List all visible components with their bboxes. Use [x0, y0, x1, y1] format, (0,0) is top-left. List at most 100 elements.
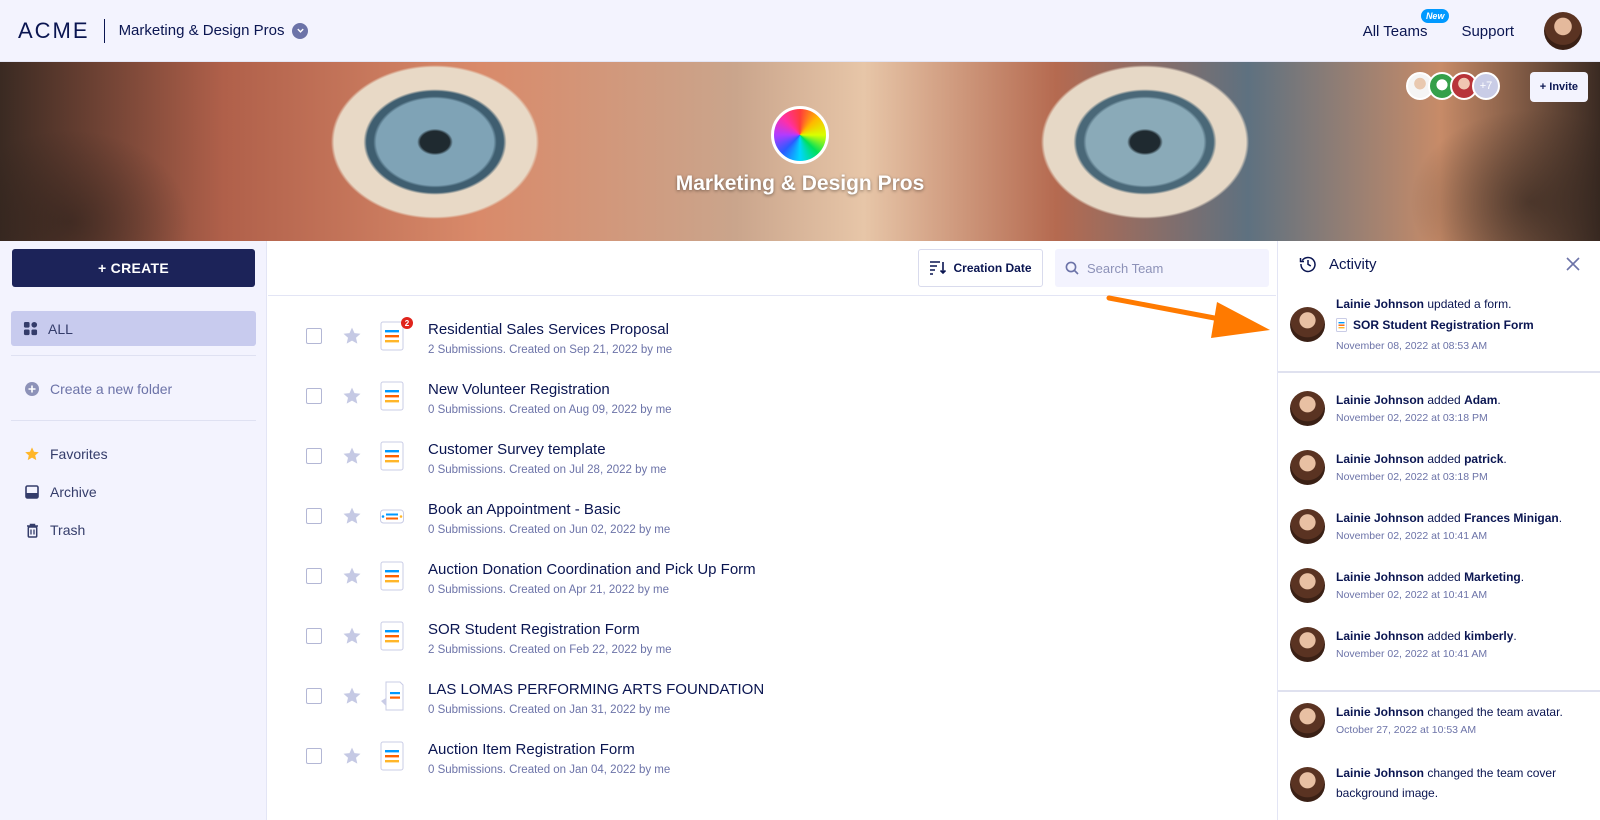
user-avatar [1290, 627, 1325, 662]
create-button[interactable]: + CREATE [12, 249, 255, 287]
top-bar: ACME Marketing & Design Pros All Teams N… [0, 0, 1600, 62]
form-checkbox[interactable] [306, 748, 322, 764]
more-members-count[interactable]: +7 [1472, 72, 1500, 100]
activity-target: kimberly [1464, 629, 1514, 643]
sort-button[interactable]: Creation Date [918, 249, 1043, 287]
team-avatar[interactable] [771, 106, 829, 164]
create-folder-button[interactable]: Create a new folder [24, 381, 172, 397]
search-icon [1065, 261, 1079, 275]
activity-action: added [1424, 511, 1465, 525]
user-avatar [1290, 703, 1325, 738]
user-avatar [1290, 391, 1325, 426]
activity-title: Activity [1329, 255, 1377, 273]
form-title[interactable]: LAS LOMAS PERFORMING ARTS FOUNDATION [428, 681, 764, 698]
close-icon[interactable] [1564, 255, 1582, 273]
form-row[interactable]: SOR Student Registration Form 2 Submissi… [268, 612, 1276, 672]
star-icon[interactable] [342, 566, 362, 586]
activity-date: October 27, 2022 at 10:53 AM [1336, 724, 1477, 736]
form-icon [380, 321, 404, 351]
sidebar-item-trash[interactable]: Trash [24, 522, 85, 538]
activity-action: changed the team avatar. [1424, 705, 1563, 719]
form-title[interactable]: Book an Appointment - Basic [428, 501, 621, 518]
activity-form-link[interactable]: SOR Student Registration Form [1336, 318, 1534, 332]
form-checkbox[interactable] [306, 688, 322, 704]
new-submissions-badge: 2 [401, 317, 413, 329]
star-icon[interactable] [342, 386, 362, 406]
activity-text: Lainie Johnson added kimberly. [1336, 628, 1586, 644]
team-members[interactable]: +7 [1406, 72, 1500, 100]
history-icon [1299, 256, 1316, 273]
team-switcher-label[interactable]: Marketing & Design Pros [119, 22, 285, 39]
form-meta: 0 Submissions. Created on Jun 02, 2022 b… [428, 524, 671, 536]
form-meta: 0 Submissions. Created on Jul 28, 2022 b… [428, 464, 667, 476]
form-title[interactable]: New Volunteer Registration [428, 381, 610, 398]
form-icon [1336, 318, 1347, 332]
activity-action: added [1424, 393, 1465, 407]
form-icon [380, 381, 404, 411]
form-title[interactable]: SOR Student Registration Form [428, 621, 640, 638]
support-link[interactable]: Support [1461, 23, 1514, 40]
logo-divider [103, 18, 105, 43]
all-teams-label: All Teams [1362, 22, 1428, 40]
form-icon [380, 561, 404, 591]
form-title[interactable]: Residential Sales Services Proposal [428, 321, 669, 338]
form-row[interactable]: Customer Survey template 0 Submissions. … [268, 432, 1276, 492]
user-avatar [1290, 307, 1325, 342]
invite-button[interactable]: + Invite [1529, 72, 1588, 102]
chevron-down-icon[interactable] [292, 22, 309, 39]
form-meta: 2 Submissions. Created on Feb 22, 2022 b… [428, 644, 672, 656]
activity-text: Lainie Johnson changed the team cover ba… [1336, 763, 1586, 803]
activity-action: added [1424, 452, 1465, 466]
activity-text: Lainie Johnson updated a form. [1336, 296, 1586, 312]
trash-label: Trash [50, 522, 86, 538]
activity-divider [1278, 690, 1600, 692]
form-checkbox[interactable] [306, 448, 322, 464]
sidebar-item-archive[interactable]: Archive [24, 484, 97, 500]
user-avatar[interactable] [1544, 12, 1582, 50]
star-icon[interactable] [342, 326, 362, 346]
search-input[interactable] [1087, 260, 1257, 276]
activity-action: updated a form. [1424, 297, 1512, 311]
form-checkbox[interactable] [306, 628, 322, 644]
form-title[interactable]: Auction Donation Coordination and Pick U… [428, 561, 756, 578]
star-icon[interactable] [342, 746, 362, 766]
activity-action: added [1424, 629, 1465, 643]
form-title[interactable]: Auction Item Registration Form [428, 741, 635, 758]
form-row[interactable]: Book an Appointment - Basic 0 Submission… [268, 492, 1276, 552]
plus-circle-icon [24, 381, 40, 397]
form-row[interactable]: Auction Donation Coordination and Pick U… [268, 552, 1276, 612]
star-icon[interactable] [342, 686, 362, 706]
trash-icon [24, 522, 40, 538]
activity-date: November 08, 2022 at 08:53 AM [1336, 340, 1488, 352]
favorites-label: Favorites [50, 446, 108, 462]
activity-user: Lainie Johnson [1336, 393, 1425, 407]
user-avatar [1290, 509, 1325, 544]
archive-icon [24, 484, 40, 500]
activity-user: Lainie Johnson [1336, 766, 1425, 780]
sidebar-item-favorites[interactable]: Favorites [24, 446, 108, 462]
star-icon[interactable] [342, 506, 362, 526]
form-checkbox[interactable] [306, 568, 322, 584]
left-sidebar: + CREATE ALL Create a new folder Favorit… [0, 241, 267, 820]
nav-all[interactable]: ALL [11, 311, 256, 346]
acme-logo[interactable]: ACME [18, 18, 90, 44]
activity-after: . [1558, 511, 1563, 525]
form-row[interactable]: LAS LOMAS PERFORMING ARTS FOUNDATION 0 S… [268, 672, 1276, 732]
all-teams-link[interactable]: All Teams New [1362, 8, 1450, 40]
form-checkbox[interactable] [306, 388, 322, 404]
form-checkbox[interactable] [306, 328, 322, 344]
user-avatar [1290, 767, 1325, 802]
form-checkbox[interactable] [306, 508, 322, 524]
form-row[interactable]: New Volunteer Registration 0 Submissions… [268, 372, 1276, 432]
form-row[interactable]: Auction Item Registration Form 0 Submiss… [268, 732, 1276, 792]
form-meta: 0 Submissions. Created on Jan 31, 2022 b… [428, 704, 671, 716]
activity-user: Lainie Johnson [1336, 511, 1425, 525]
star-icon[interactable] [342, 446, 362, 466]
star-icon[interactable] [342, 626, 362, 646]
activity-text: Lainie Johnson added Marketing. [1336, 569, 1586, 585]
activity-text: Lainie Johnson added Adam. [1336, 392, 1586, 408]
activity-date: November 02, 2022 at 03:18 PM [1336, 471, 1488, 483]
activity-after: . [1520, 570, 1525, 584]
search-box[interactable] [1055, 249, 1269, 287]
form-title[interactable]: Customer Survey template [428, 441, 606, 458]
